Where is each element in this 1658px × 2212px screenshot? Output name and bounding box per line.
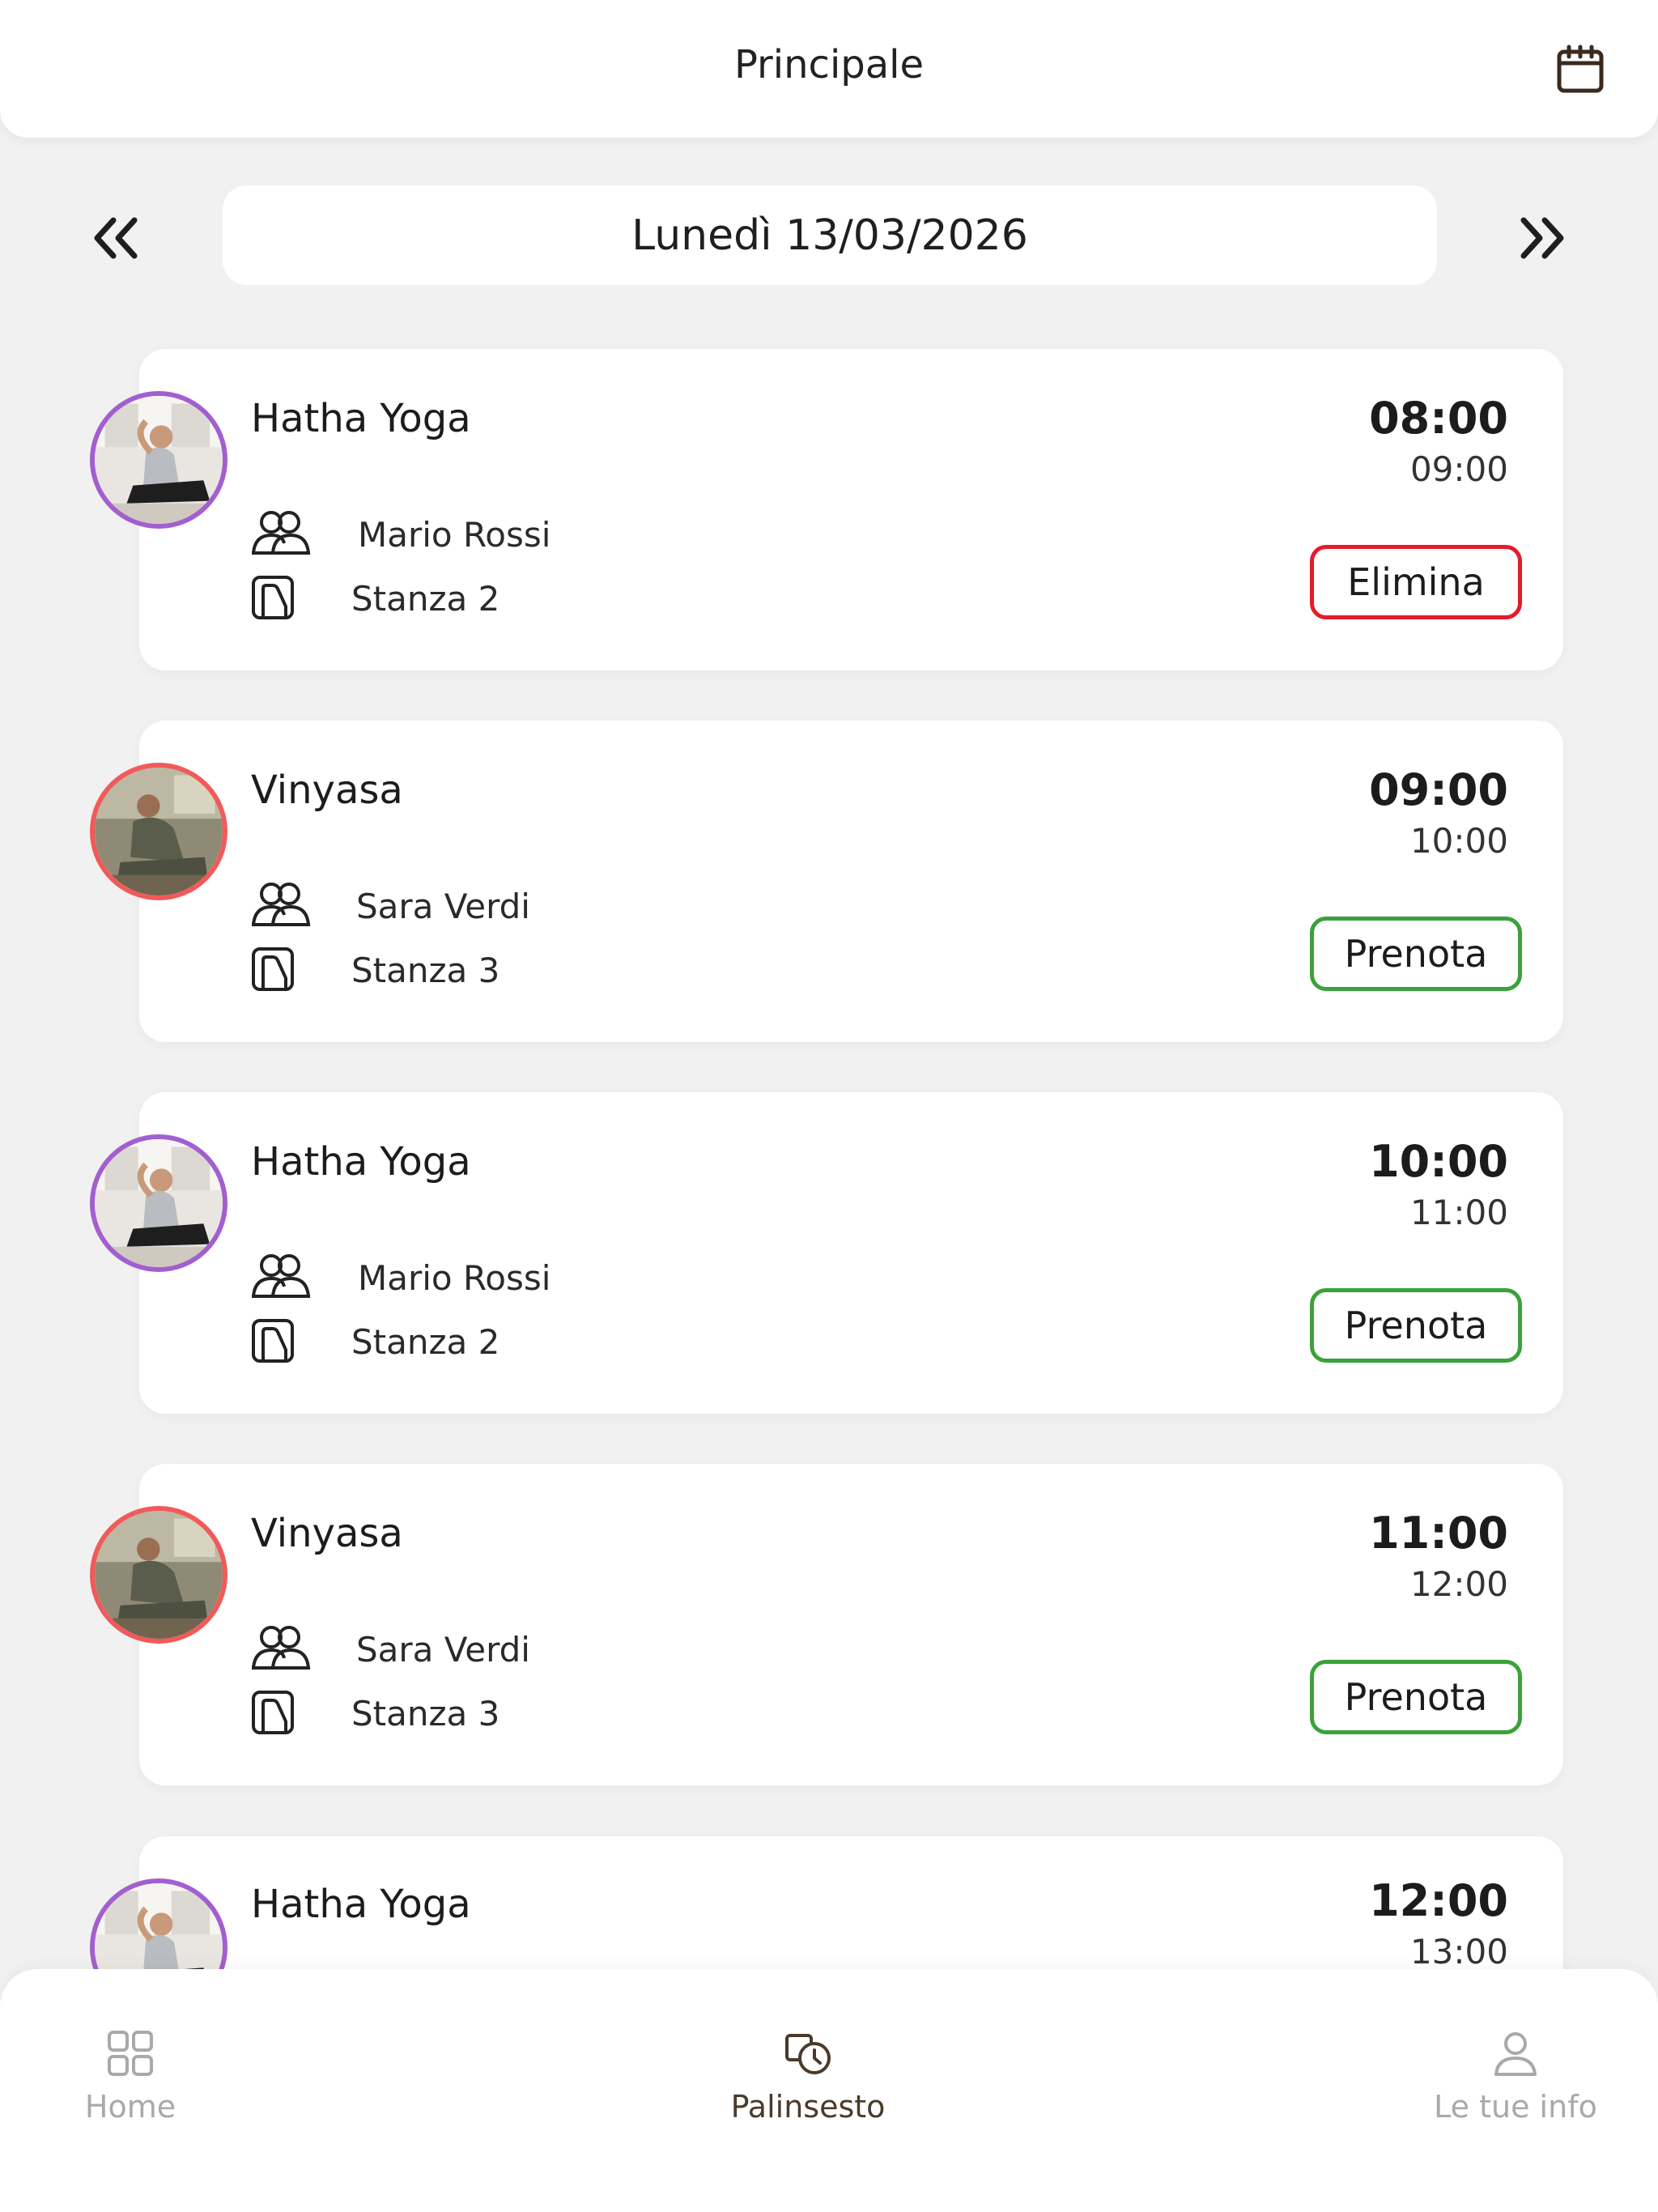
people-icon: [252, 511, 311, 555]
instructor-avatar: [90, 391, 227, 529]
instructor-avatar: [90, 763, 227, 900]
class-card[interactable]: Hatha Yoga Mario Rossi Stanza 2 10:00 11…: [90, 1092, 1563, 1414]
tab-schedule[interactable]: Palinsesto: [646, 1969, 970, 2212]
teacher-name: Mario Rossi: [358, 1258, 551, 1298]
book-button[interactable]: Prenota: [1310, 1660, 1522, 1734]
tab-your-info[interactable]: Le tue info: [1354, 1969, 1658, 2212]
start-time: 09:00: [1369, 764, 1508, 815]
end-time: 12:00: [1409, 1564, 1508, 1604]
room-name: Stanza 2: [351, 1322, 500, 1362]
class-card[interactable]: Vinyasa Sara Verdi Stanza 3 11:00 12:00 …: [90, 1464, 1563, 1785]
class-card[interactable]: Hatha Yoga Mario Rossi Stanza 2 08:00 09…: [90, 349, 1563, 670]
class-name: Vinyasa: [251, 768, 403, 813]
class-card[interactable]: Vinyasa Sara Verdi Stanza 3 09:00 10:00 …: [90, 721, 1563, 1042]
start-time: 08:00: [1369, 393, 1508, 444]
start-time: 12:00: [1369, 1875, 1508, 1926]
end-time: 13:00: [1409, 1932, 1508, 1969]
start-time: 10:00: [1369, 1136, 1508, 1187]
instructor-avatar: [90, 1878, 227, 1969]
class-name: Hatha Yoga: [251, 1882, 471, 1927]
people-icon: [252, 1626, 311, 1670]
current-date[interactable]: Lunedì 13/03/2026: [223, 185, 1437, 285]
end-time: 11:00: [1409, 1193, 1508, 1232]
tab-home[interactable]: Home: [0, 1969, 292, 2212]
end-time: 10:00: [1409, 821, 1508, 861]
class-name: Vinyasa: [251, 1511, 403, 1556]
page-title: Principale: [733, 42, 925, 87]
app-header: Principale: [0, 0, 1658, 138]
tab-label: Home: [84, 2089, 176, 2125]
room-icon: [252, 947, 294, 991]
start-time: 11:00: [1369, 1508, 1508, 1559]
class-name: Hatha Yoga: [251, 396, 471, 441]
tab-label: Palinsesto: [730, 2089, 886, 2125]
user-icon: [1494, 2032, 1537, 2076]
instructor-avatar: [90, 1134, 227, 1272]
room-icon: [252, 1319, 294, 1363]
room-icon: [252, 1691, 294, 1734]
people-icon: [252, 1254, 311, 1298]
room-icon: [252, 576, 294, 619]
class-name: Hatha Yoga: [251, 1139, 471, 1185]
calendar-icon[interactable]: [1551, 40, 1609, 99]
room-name: Stanza 3: [351, 951, 500, 990]
teacher-name: Mario Rossi: [358, 515, 551, 555]
book-button[interactable]: Prenota: [1310, 1288, 1522, 1363]
room-name: Stanza 2: [351, 579, 500, 619]
teacher-name: Sara Verdi: [356, 887, 530, 926]
schedule-icon: [785, 2034, 831, 2074]
class-card[interactable]: Hatha Yoga 12:00 13:00: [90, 1836, 1563, 1969]
room-name: Stanza 3: [351, 1694, 500, 1733]
people-icon: [252, 883, 311, 926]
bottom-tab-bar: Home Palinsesto Le tue info: [0, 1969, 1658, 2212]
grid-icon: [108, 2031, 153, 2076]
teacher-name: Sara Verdi: [356, 1630, 530, 1670]
end-time: 09:00: [1409, 449, 1508, 489]
book-button[interactable]: Prenota: [1310, 917, 1522, 991]
tab-label: Le tue info: [1434, 2089, 1597, 2125]
chevrons-left-icon[interactable]: [84, 206, 149, 270]
instructor-avatar: [90, 1506, 227, 1644]
class-list: Hatha Yoga Mario Rossi Stanza 2 08:00 09…: [0, 0, 1658, 1969]
chevrons-right-icon[interactable]: [1509, 206, 1574, 270]
delete-button[interactable]: Elimina: [1310, 545, 1522, 619]
